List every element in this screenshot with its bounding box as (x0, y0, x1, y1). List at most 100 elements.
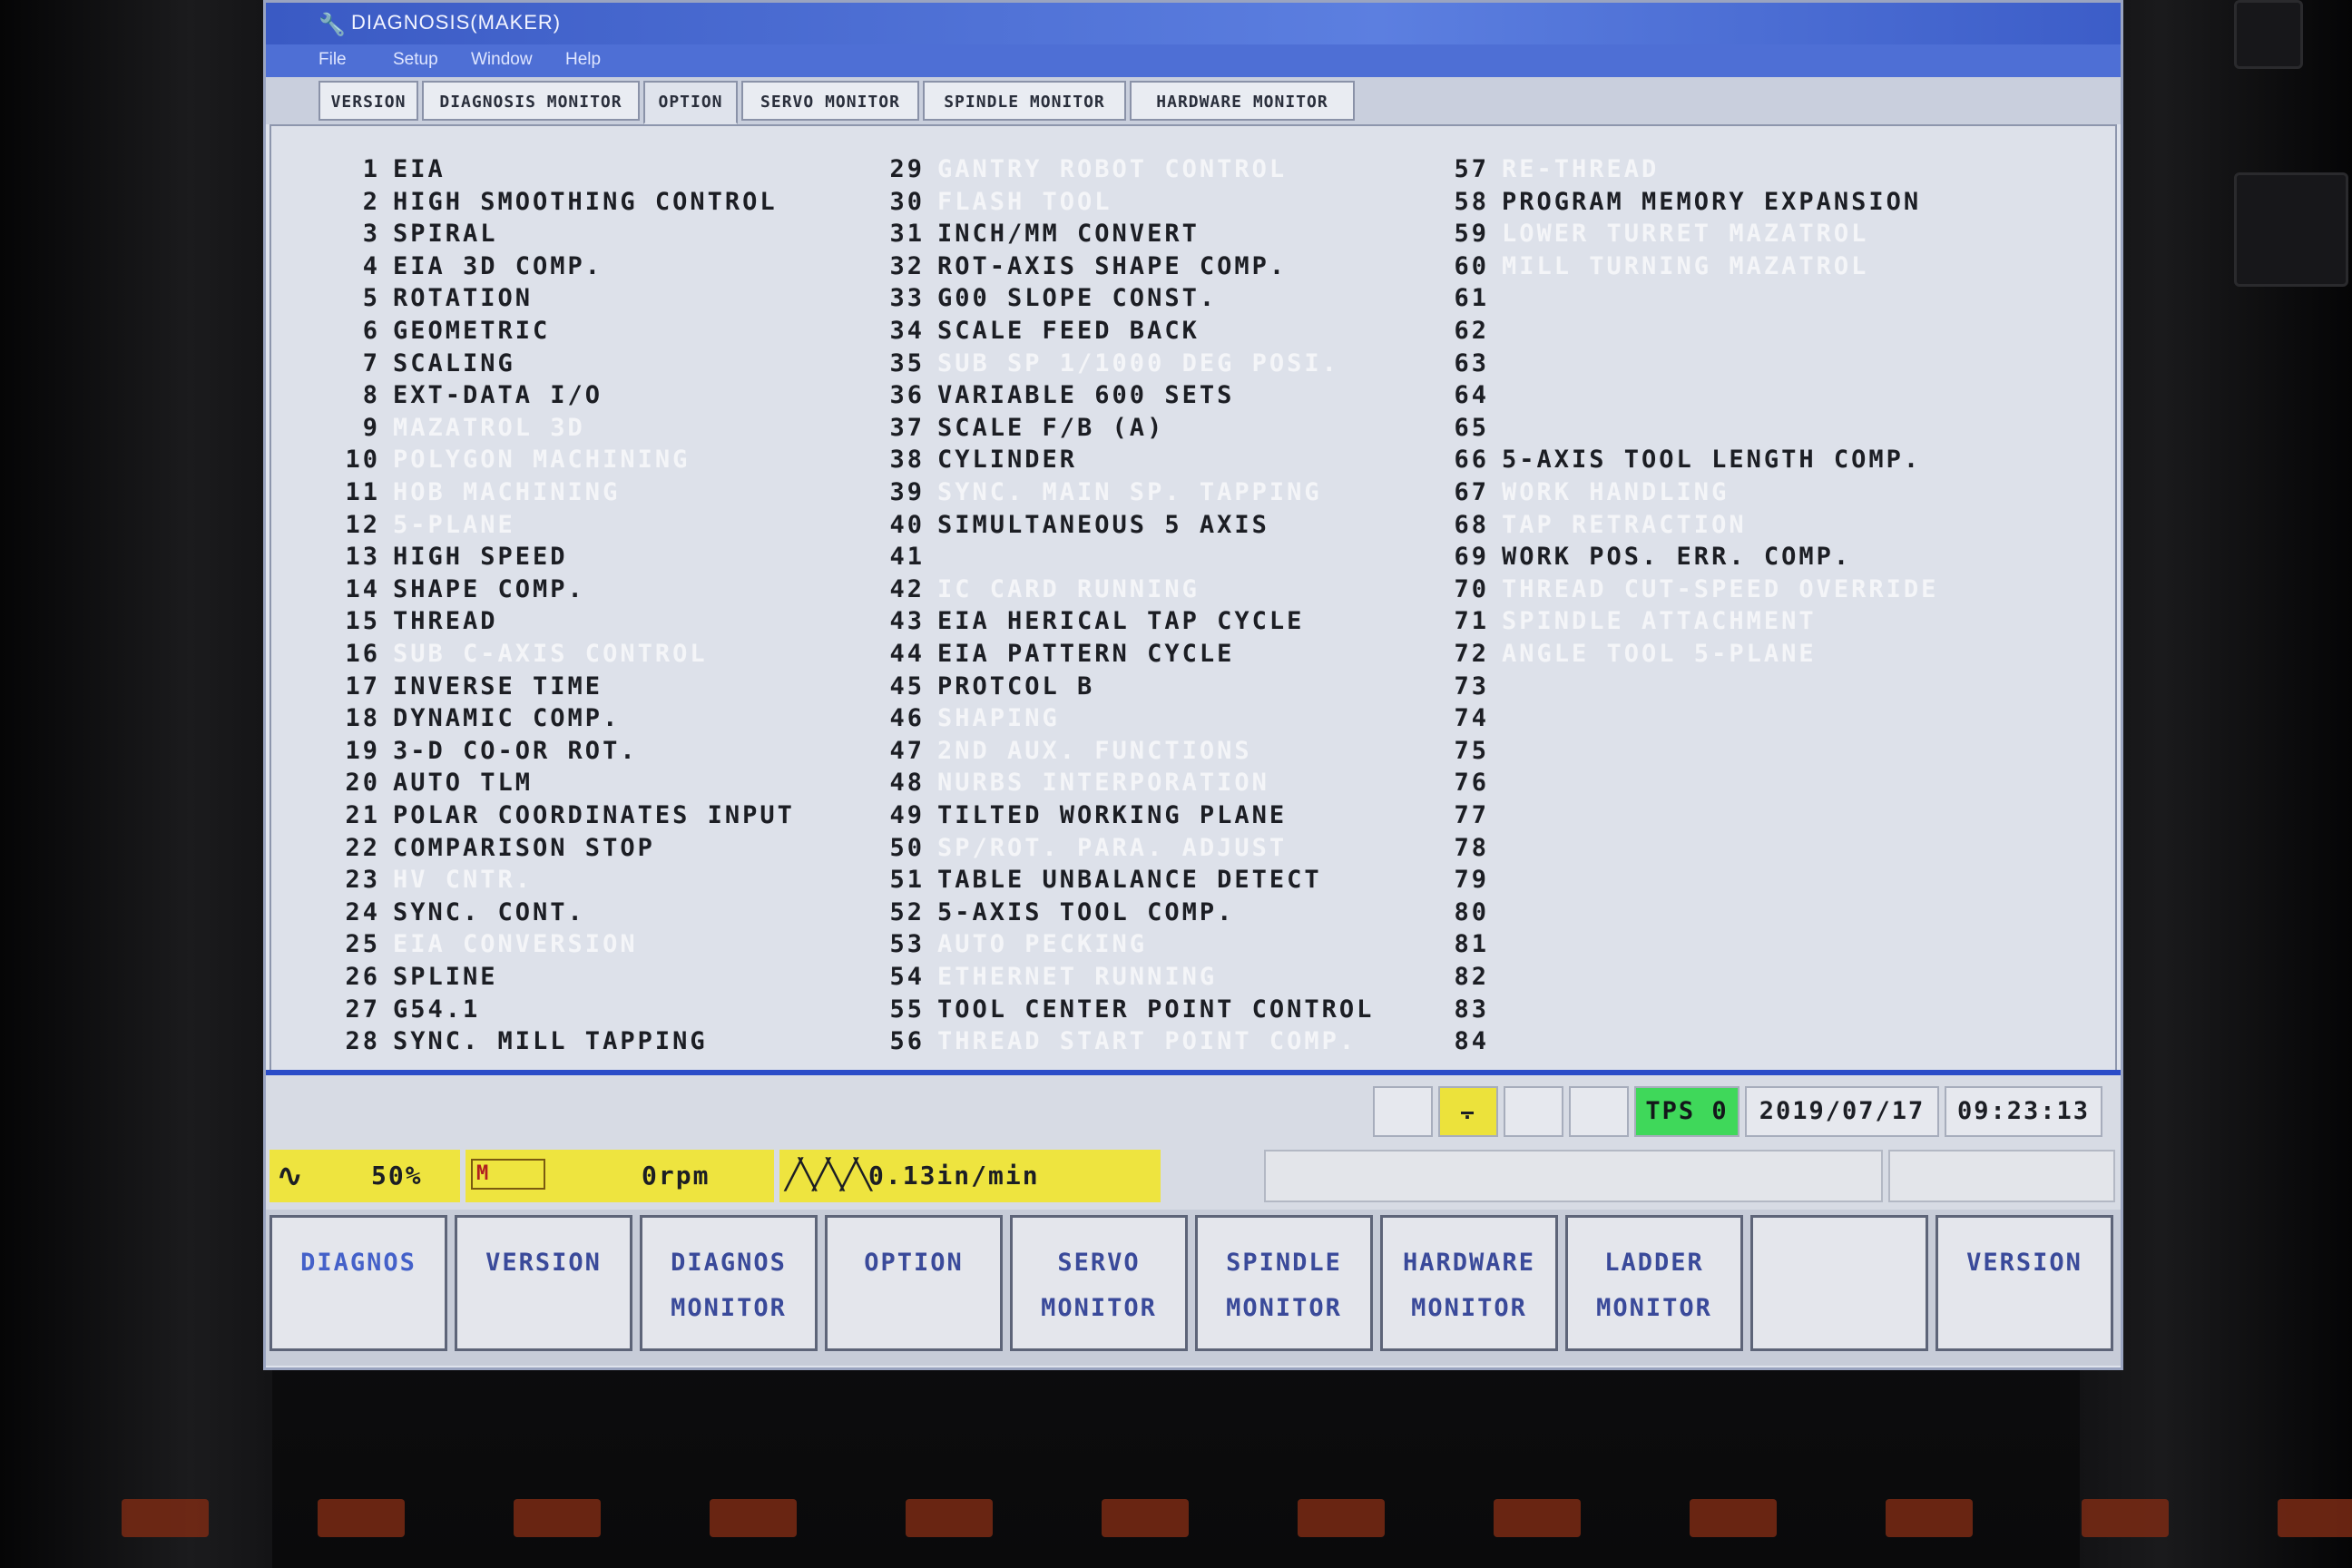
softkey-6[interactable]: SPINDLE MONITOR (1195, 1215, 1373, 1351)
side-hardware-key[interactable] (2234, 0, 2303, 69)
option-number: 30 (889, 187, 925, 216)
softkey-4[interactable]: OPTION (825, 1215, 1003, 1351)
softkey-label: VERSION (1966, 1249, 2082, 1277)
tool-holder-icon: ⨪ (1460, 1097, 1476, 1125)
option-item: 71 SPINDLE ATTACHMENT (1426, 607, 1817, 635)
option-item: 5 ROTATION (317, 284, 533, 312)
side-hardware-key[interactable] (2234, 172, 2348, 287)
option-number: 37 (889, 413, 925, 442)
hardware-key[interactable] (122, 1499, 209, 1537)
option-item: 45 PROTCOL B (861, 672, 1094, 701)
option-label: SHAPING (937, 704, 1060, 733)
option-item: 52 5-AXIS TOOL COMP. (861, 898, 1234, 926)
option-label: HOB MACHINING (393, 478, 621, 506)
option-number: 55 (889, 995, 925, 1024)
menu-help[interactable]: Help (565, 50, 601, 70)
softkey-2[interactable]: VERSION (455, 1215, 632, 1351)
option-label: 2ND AUX. FUNCTIONS (937, 736, 1252, 765)
option-item: 7 SCALING (317, 349, 515, 377)
option-label: SUB SP 1/1000 DEG POSI. (937, 348, 1339, 377)
option-item: 18 DYNAMIC COMP. (317, 704, 620, 732)
option-item: 51 TABLE UNBALANCE DETECT (861, 866, 1322, 894)
option-number: 27 (345, 995, 380, 1024)
option-number: 80 (1454, 897, 1489, 926)
tab-hardware-monitor[interactable]: HARDWARE MONITOR (1130, 81, 1355, 121)
option-item: 84 (1426, 1027, 1502, 1055)
hardware-key[interactable] (1494, 1499, 1581, 1537)
option-list-panel: 1 EIA 2 HIGH SMOOTHING CONTROL 3 SPIRAL 4 EIA 3… (270, 124, 2117, 1079)
option-item: 75 (1426, 737, 1502, 765)
option-item: 44 EIA PATTERN CYCLE (861, 640, 1234, 668)
softkey-5[interactable]: SERVO MONITOR (1010, 1215, 1188, 1351)
softkey-label-2: MONITOR (1041, 1294, 1157, 1322)
hardware-key[interactable] (1886, 1499, 1973, 1537)
option-label: TILTED WORKING PLANE (937, 801, 1288, 829)
option-item: 69 WORK POS. ERR. COMP. (1426, 543, 1851, 571)
option-item: 53 AUTO PECKING (861, 930, 1147, 958)
option-number: 54 (889, 963, 925, 991)
option-item: 12 5-PLANE (317, 511, 515, 539)
hardware-key[interactable] (710, 1499, 797, 1537)
hardware-key[interactable] (2278, 1499, 2352, 1537)
option-item: 82 (1426, 963, 1502, 991)
option-label: GANTRY ROBOT CONTROL (937, 155, 1288, 183)
softkey-label: SPINDLE (1226, 1249, 1342, 1277)
tab-version[interactable]: VERSION (318, 81, 418, 121)
hardware-key[interactable] (906, 1499, 993, 1537)
softkey-7[interactable]: HARDWARE MONITOR (1380, 1215, 1558, 1351)
softkey-9[interactable] (1750, 1215, 1928, 1351)
option-item: 49 TILTED WORKING PLANE (861, 801, 1287, 829)
softkey-3[interactable]: DIAGNOS MONITOR (640, 1215, 818, 1351)
tab-servo-monitor[interactable]: SERVO MONITOR (741, 81, 919, 121)
option-number: 36 (889, 381, 925, 410)
option-item: 77 (1426, 801, 1502, 829)
option-item: 29 GANTRY ROBOT CONTROL (861, 155, 1287, 183)
option-item: 41 (861, 543, 937, 571)
option-number: 81 (1454, 930, 1489, 959)
option-item: 68 TAP RETRACTION (1426, 511, 1747, 539)
option-number: 15 (345, 607, 380, 636)
spindle-motor-icon: M (471, 1159, 545, 1190)
option-label: PROGRAM MEMORY EXPANSION (1502, 187, 1922, 216)
tab-option[interactable]: OPTION (643, 81, 738, 124)
option-label: G00 SLOPE CONST. (937, 284, 1218, 313)
menu-setup[interactable]: Setup (393, 50, 438, 70)
option-number: 7 (362, 348, 380, 377)
option-label: 5-AXIS TOOL COMP. (937, 897, 1235, 926)
option-number: 74 (1454, 704, 1489, 733)
option-item: 3 SPIRAL (317, 220, 498, 248)
hardware-key[interactable] (514, 1499, 601, 1537)
option-number: 48 (889, 769, 925, 798)
option-number: 11 (345, 478, 380, 506)
tab-spindle-monitor[interactable]: SPINDLE MONITOR (923, 81, 1126, 121)
softkey-1[interactable]: DIAGNOS (270, 1215, 447, 1351)
option-item: 76 (1426, 769, 1502, 797)
machine-info-bar: ∿ 50% M 0rpm ╱╲╱╲╱╲ 0.13in/min (266, 1146, 2121, 1210)
option-label: EIA 3D COMP. (393, 251, 603, 280)
option-item: 24 SYNC. CONT. (317, 898, 585, 926)
option-number: 83 (1454, 995, 1489, 1024)
hardware-key[interactable] (1102, 1499, 1189, 1537)
option-number: 60 (1454, 251, 1489, 280)
option-number: 9 (362, 413, 380, 442)
option-label: SYNC. MILL TAPPING (393, 1027, 708, 1056)
option-number: 76 (1454, 769, 1489, 798)
option-label: NURBS INTERPORATION (937, 769, 1269, 798)
option-number: 56 (889, 1027, 925, 1056)
softkey-label: SERVO (1057, 1249, 1141, 1277)
option-number: 64 (1454, 381, 1489, 410)
hardware-key[interactable] (2082, 1499, 2169, 1537)
hardware-key[interactable] (318, 1499, 405, 1537)
tab-diagnosis-monitor[interactable]: DIAGNOSIS MONITOR (422, 81, 640, 121)
option-item: 38 CYLINDER (861, 446, 1077, 474)
option-item: 13 HIGH SPEED (317, 543, 568, 571)
option-item: 33 G00 SLOPE CONST. (861, 284, 1217, 312)
hardware-key[interactable] (1298, 1499, 1385, 1537)
menu-file[interactable]: File (318, 50, 347, 70)
option-number: 71 (1454, 607, 1489, 636)
menu-window[interactable]: Window (471, 50, 533, 70)
softkey-10[interactable]: VERSION (1936, 1215, 2113, 1351)
softkey-8[interactable]: LADDER MONITOR (1565, 1215, 1743, 1351)
hardware-key[interactable] (1690, 1499, 1777, 1537)
softkey-label: LADDER (1604, 1249, 1704, 1277)
